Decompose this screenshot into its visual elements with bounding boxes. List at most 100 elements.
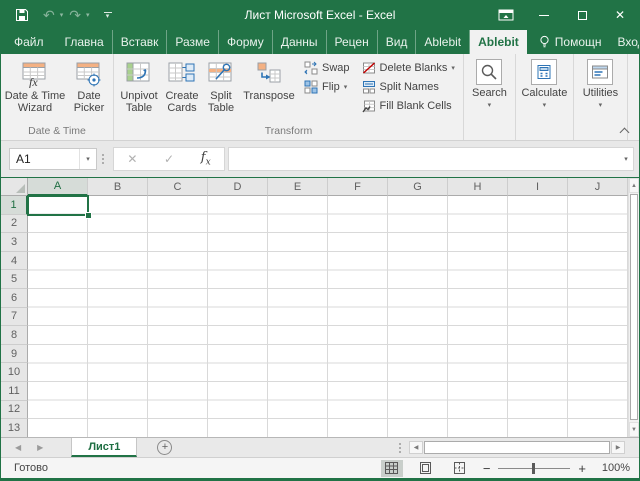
column-header-c[interactable]: C bbox=[148, 178, 208, 196]
scroll-right-icon[interactable]: ▶ bbox=[611, 441, 625, 454]
column-header-j[interactable]: J bbox=[568, 178, 628, 196]
zoom-out-icon[interactable]: − bbox=[483, 462, 491, 475]
column-header-a[interactable]: A bbox=[28, 178, 88, 196]
redo-icon[interactable]: ↷ bbox=[69, 8, 81, 22]
save-icon[interactable] bbox=[15, 8, 29, 22]
page-layout-view-icon[interactable] bbox=[415, 460, 437, 477]
ribbon-group-search: Search ▾ bbox=[464, 54, 516, 140]
vertical-scrollbar[interactable]: ▲ ▼ bbox=[628, 178, 639, 437]
create-cards-button[interactable]: Create Cards bbox=[162, 56, 202, 114]
minimize-button[interactable] bbox=[525, 0, 563, 30]
enter-icon[interactable]: ✓ bbox=[164, 152, 174, 166]
row-header-9[interactable]: 9 bbox=[1, 345, 28, 364]
column-header-b[interactable]: B bbox=[88, 178, 148, 196]
column-header-h[interactable]: H bbox=[448, 178, 508, 196]
zoom-percentage[interactable]: 100% bbox=[598, 462, 630, 474]
select-all-corner[interactable] bbox=[1, 178, 28, 196]
delete-blanks-dropdown-icon: ▾ bbox=[451, 64, 455, 72]
name-box-input[interactable] bbox=[10, 152, 79, 166]
row-header-8[interactable]: 8 bbox=[1, 326, 28, 345]
row-header-1[interactable]: 1 bbox=[1, 196, 28, 215]
tab-page-layout[interactable]: Разме bbox=[167, 30, 219, 54]
tab-ablebits-data-active[interactable]: Ablebit bbox=[470, 30, 527, 54]
zoom-slider[interactable] bbox=[498, 468, 570, 469]
horizontal-scrollbar[interactable]: ◀ ▶ bbox=[409, 438, 625, 457]
calculate-button[interactable]: Calculate ▾ bbox=[521, 56, 567, 109]
tab-help[interactable]: Помощн bbox=[531, 30, 610, 54]
row-header-3[interactable]: 3 bbox=[1, 233, 28, 252]
row-header-7[interactable]: 7 bbox=[1, 308, 28, 327]
tab-data[interactable]: Данны bbox=[273, 30, 327, 54]
ribbon-group-calculate: Calculate ▾ bbox=[516, 54, 574, 140]
unpivot-table-button[interactable]: Unpivot Table bbox=[116, 56, 162, 114]
tab-home[interactable]: Главна bbox=[57, 30, 113, 54]
expand-formula-bar-icon[interactable]: ▾ bbox=[619, 155, 633, 163]
maximize-button[interactable] bbox=[563, 0, 601, 30]
scroll-left-icon[interactable]: ◀ bbox=[409, 441, 423, 454]
customize-qat-icon[interactable]: ▾ bbox=[104, 12, 112, 19]
row-header-2[interactable]: 2 bbox=[1, 215, 28, 234]
cancel-icon[interactable]: ✕ bbox=[127, 152, 137, 166]
previous-sheet-icon[interactable]: ◀ bbox=[15, 443, 21, 452]
selected-cell-a1[interactable] bbox=[27, 195, 89, 216]
fill-blank-cells-button[interactable]: Fill Blank Cells bbox=[362, 99, 455, 113]
search-button[interactable]: Search ▾ bbox=[472, 56, 507, 109]
tab-formulas[interactable]: Форму bbox=[219, 30, 273, 54]
row-header-11[interactable]: 11 bbox=[1, 382, 28, 401]
cells-area[interactable] bbox=[28, 196, 628, 437]
scroll-down-icon[interactable]: ▼ bbox=[629, 422, 639, 437]
tab-ablebits-tools[interactable]: Ablebit bbox=[416, 30, 470, 54]
row-header-13[interactable]: 13 bbox=[1, 419, 28, 438]
row-header-6[interactable]: 6 bbox=[1, 289, 28, 308]
column-header-f[interactable]: F bbox=[328, 178, 388, 196]
formula-input[interactable] bbox=[229, 152, 619, 166]
tab-file[interactable]: Файл bbox=[1, 30, 57, 54]
row-header-10[interactable]: 10 bbox=[1, 363, 28, 382]
ribbon-display-options-icon[interactable] bbox=[487, 0, 525, 30]
undo-dropdown-icon[interactable]: ▾ bbox=[60, 11, 64, 19]
name-box[interactable]: ▾ bbox=[9, 148, 97, 170]
close-button[interactable]: ✕ bbox=[601, 0, 639, 30]
next-sheet-icon[interactable]: ▶ bbox=[37, 443, 43, 452]
zoom-in-icon[interactable]: + bbox=[578, 462, 586, 475]
insert-function-icon[interactable]: fx bbox=[201, 150, 211, 168]
page-break-view-icon[interactable] bbox=[449, 460, 471, 477]
collapse-ribbon-icon[interactable] bbox=[621, 126, 629, 134]
row-header-4[interactable]: 4 bbox=[1, 252, 28, 271]
transpose-button[interactable]: Transpose bbox=[240, 56, 298, 102]
worksheet-grid: A B C D E F G H I J 1 2 3 4 5 6 7 8 9 10… bbox=[1, 177, 639, 437]
name-box-dropdown-icon[interactable]: ▾ bbox=[79, 149, 96, 169]
tab-insert[interactable]: Вставк bbox=[113, 30, 168, 54]
column-header-d[interactable]: D bbox=[208, 178, 268, 196]
undo-icon[interactable]: ↶ bbox=[43, 8, 55, 22]
sheet-tab-bar: ◀ ▶ Лист1 + ◀ ▶ bbox=[1, 437, 639, 457]
redo-dropdown-icon[interactable]: ▾ bbox=[86, 11, 90, 19]
scroll-up-icon[interactable]: ▲ bbox=[629, 178, 639, 193]
flip-button[interactable]: Flip ▾ bbox=[304, 80, 350, 94]
date-time-wizard-button[interactable]: fx Date & Time Wizard bbox=[3, 56, 67, 114]
swap-button[interactable]: Swap bbox=[304, 61, 350, 75]
utilities-icon bbox=[587, 59, 613, 85]
tab-view[interactable]: Вид bbox=[378, 30, 417, 54]
tab-review[interactable]: Рецен bbox=[327, 30, 378, 54]
split-names-button[interactable]: Split Names bbox=[362, 80, 455, 94]
normal-view-icon[interactable] bbox=[381, 460, 403, 477]
row-header-5[interactable]: 5 bbox=[1, 270, 28, 289]
column-header-g[interactable]: G bbox=[388, 178, 448, 196]
date-picker-button[interactable]: Date Picker bbox=[67, 56, 111, 114]
vertical-scrollbar-thumb[interactable] bbox=[630, 194, 638, 420]
new-sheet-button[interactable]: + bbox=[157, 440, 172, 455]
svg-text:fx: fx bbox=[29, 75, 38, 88]
horizontal-scrollbar-thumb[interactable] bbox=[424, 441, 610, 454]
utilities-button[interactable]: Utilities ▾ bbox=[583, 56, 618, 109]
sheet-tab-list1[interactable]: Лист1 bbox=[71, 438, 137, 457]
split-table-button[interactable]: Split Table bbox=[202, 56, 240, 114]
column-header-i[interactable]: I bbox=[508, 178, 568, 196]
column-header-e[interactable]: E bbox=[268, 178, 328, 196]
tab-scrollbar-splitter[interactable] bbox=[399, 443, 401, 453]
zoom-slider-handle[interactable] bbox=[532, 463, 535, 474]
row-header-12[interactable]: 12 bbox=[1, 401, 28, 420]
sign-in-button[interactable]: Вход bbox=[610, 30, 640, 54]
formula-bar-resize-handle[interactable] bbox=[102, 154, 104, 164]
delete-blanks-button[interactable]: Delete Blanks ▾ bbox=[362, 61, 455, 75]
